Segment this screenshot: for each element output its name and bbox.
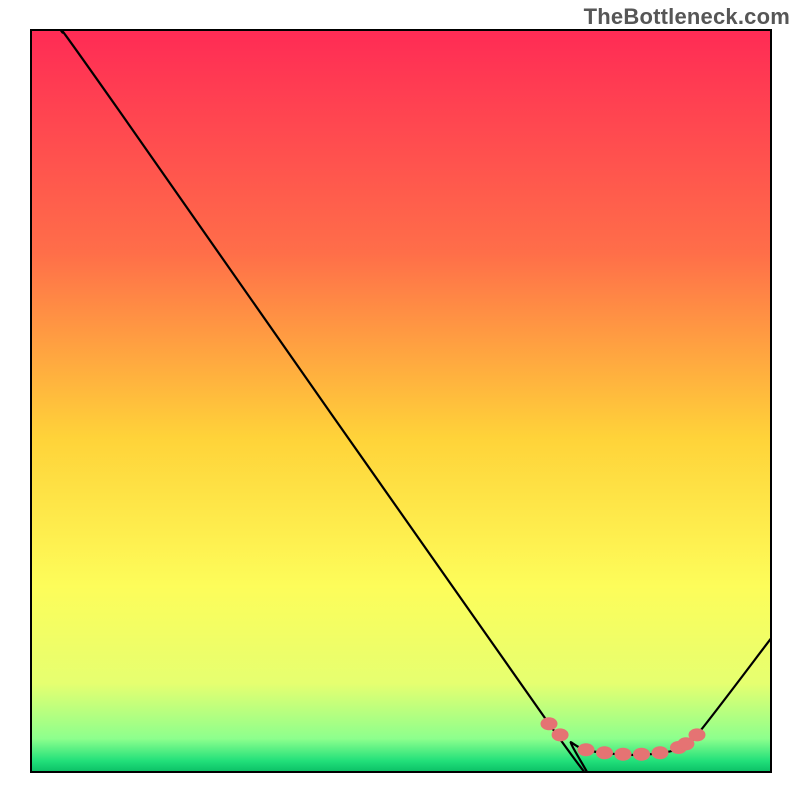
attribution-label: TheBottleneck.com xyxy=(584,4,790,30)
plot-background xyxy=(31,30,771,772)
curve-marker xyxy=(689,729,705,741)
bottleneck-chart xyxy=(0,0,800,800)
curve-marker xyxy=(552,729,568,741)
curve-marker xyxy=(541,718,557,730)
curve-marker xyxy=(597,747,613,759)
curve-marker xyxy=(615,748,631,760)
chart-container: TheBottleneck.com xyxy=(0,0,800,800)
curve-marker xyxy=(634,748,650,760)
curve-marker xyxy=(578,744,594,756)
curve-marker xyxy=(652,747,668,759)
